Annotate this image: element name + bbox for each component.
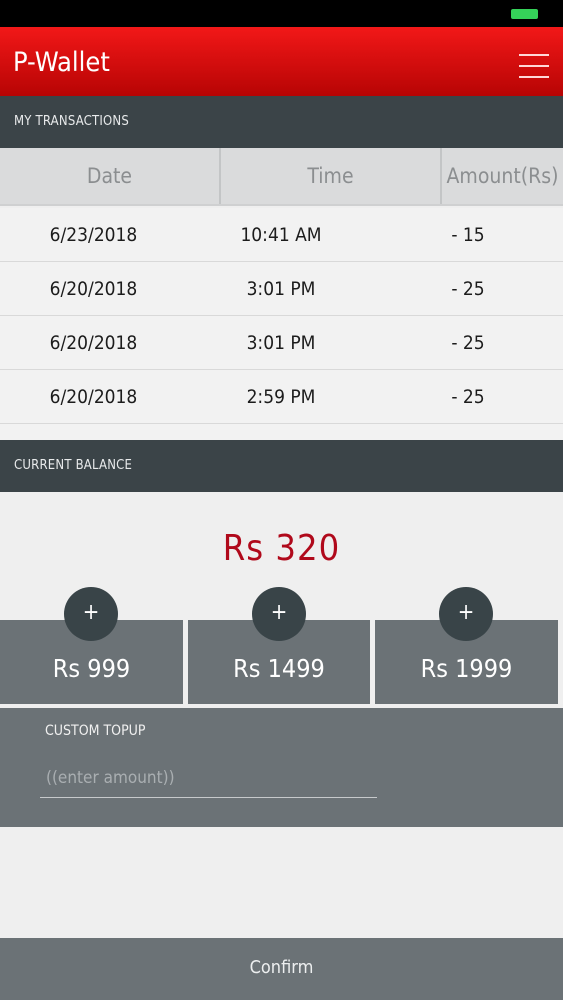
table-row: 6/20/2018 3:01 PM - 25 <box>0 316 563 370</box>
cell-date: 6/23/2018 <box>49 224 138 246</box>
cell-time: 3:01 PM <box>246 278 316 300</box>
add-topup-1999-button[interactable]: + <box>439 587 493 641</box>
status-bar <box>0 0 563 27</box>
current-balance-value: Rs 320 <box>222 528 341 569</box>
battery-icon <box>511 9 538 19</box>
custom-topup-label: CUSTOM TOPUP <box>45 723 146 739</box>
topup-amount: Rs 1999 <box>420 654 513 683</box>
app-title: P-Wallet <box>13 47 110 78</box>
cell-amount: - 25 <box>451 278 485 300</box>
cell-time: 2:59 PM <box>246 386 316 408</box>
hamburger-menu-icon[interactable] <box>519 54 551 79</box>
table-row: 6/20/2018 3:01 PM - 25 <box>0 262 563 316</box>
transactions-section-header: MY TRANSACTIONS <box>0 96 563 148</box>
confirm-button[interactable]: Confirm <box>0 938 563 1000</box>
topup-amount: Rs 999 <box>52 654 131 683</box>
topup-amount: Rs 1499 <box>233 654 325 683</box>
cell-amount: - 15 <box>451 224 485 246</box>
cell-amount: - 25 <box>451 332 485 354</box>
custom-amount-input[interactable] <box>40 758 377 798</box>
transactions-table-header: Date Time Amount(Rs) <box>0 148 563 206</box>
balance-section-title: CURRENT BALANCE <box>14 458 133 473</box>
column-header-date: Date <box>86 164 133 188</box>
column-header-amount: Amount(Rs) <box>446 164 559 188</box>
custom-topup-panel: CUSTOM TOPUP <box>0 708 563 827</box>
app-bar: P-Wallet <box>0 27 563 96</box>
cell-time: 3:01 PM <box>246 332 316 354</box>
table-row: 6/23/2018 10:41 AM - 15 <box>0 208 563 262</box>
cell-date: 6/20/2018 <box>49 278 138 300</box>
add-topup-1499-button[interactable]: + <box>252 587 306 641</box>
table-row: 6/20/2018 2:59 PM - 25 <box>0 370 563 424</box>
column-header-time: Time <box>307 164 354 188</box>
cell-date: 6/20/2018 <box>49 386 138 408</box>
cell-amount: - 25 <box>451 386 485 408</box>
add-topup-999-button[interactable]: + <box>64 587 118 641</box>
cell-date: 6/20/2018 <box>49 332 138 354</box>
cell-time: 10:41 AM <box>240 224 322 246</box>
balance-section-header: CURRENT BALANCE <box>0 440 563 492</box>
transactions-table-body[interactable]: 6/23/2018 10:41 AM - 15 6/20/2018 3:01 P… <box>0 208 563 440</box>
transactions-section-title: MY TRANSACTIONS <box>14 114 130 129</box>
